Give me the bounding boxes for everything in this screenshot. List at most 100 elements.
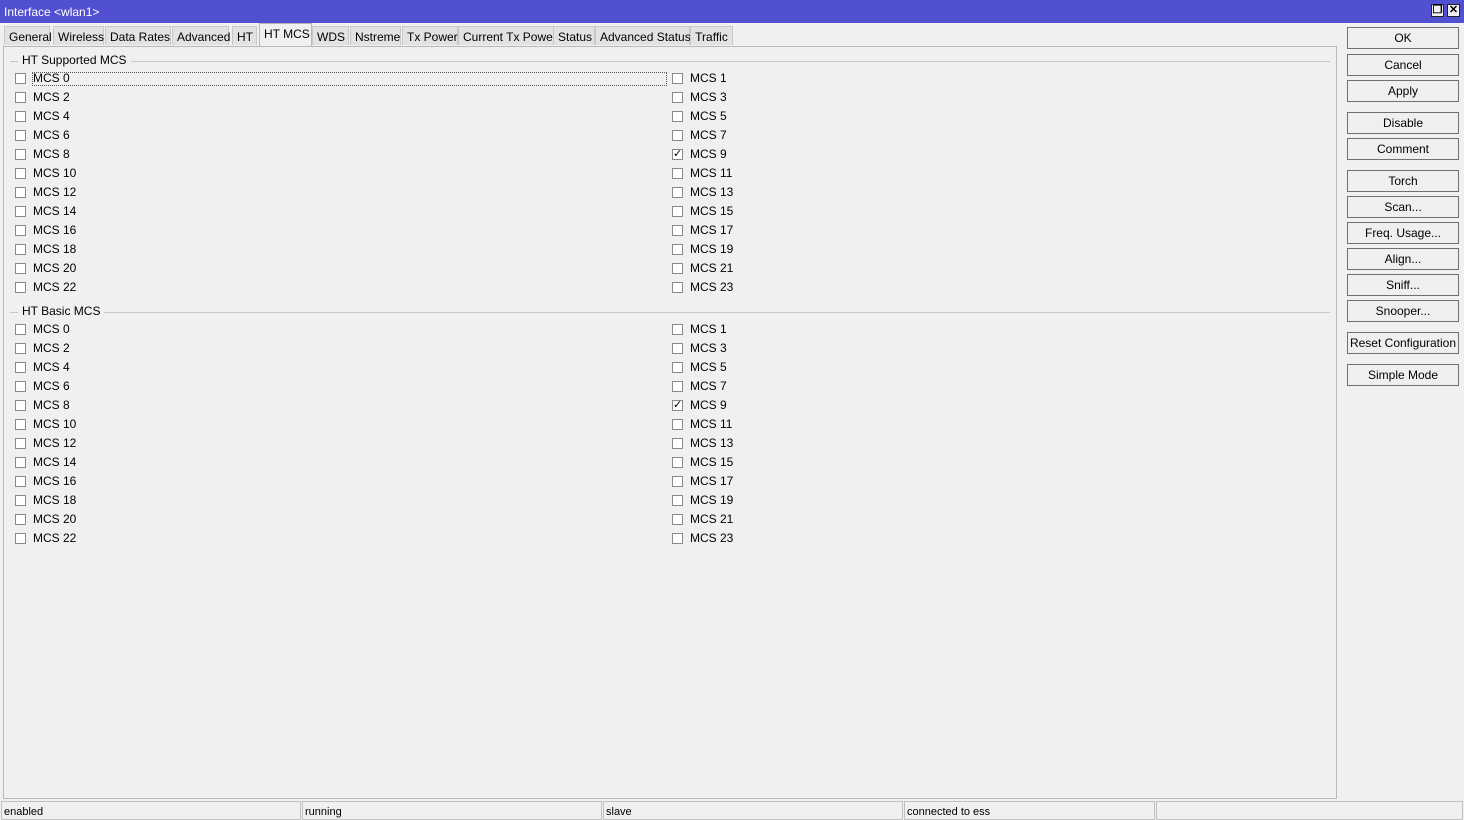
checkbox[interactable] <box>15 187 26 198</box>
checkbox[interactable] <box>15 419 26 430</box>
mcs-label: MCS 4 <box>33 360 70 374</box>
checkbox[interactable] <box>672 533 683 544</box>
mcs-label: MCS 20 <box>33 512 77 526</box>
group-divider <box>10 312 1330 313</box>
checkbox[interactable] <box>15 244 26 255</box>
mcs-label: MCS 4 <box>33 109 70 123</box>
snooper-button[interactable]: Snooper... <box>1347 300 1459 322</box>
status-running: running <box>302 801 602 820</box>
mcs-label: MCS 19 <box>690 493 734 507</box>
checkbox[interactable] <box>15 324 26 335</box>
mcs-label: MCS 13 <box>690 436 734 450</box>
torch-button[interactable]: Torch <box>1347 170 1459 192</box>
tab-traffic[interactable]: Traffic <box>690 26 733 45</box>
checkbox[interactable] <box>672 343 683 354</box>
mcs-label: MCS 23 <box>690 531 734 545</box>
scan-button[interactable]: Scan... <box>1347 196 1459 218</box>
checkbox[interactable] <box>672 324 683 335</box>
apply-button[interactable]: Apply <box>1347 80 1459 102</box>
tab-ht-mcs[interactable]: HT MCS <box>259 23 312 46</box>
checkbox[interactable] <box>15 476 26 487</box>
comment-button[interactable]: Comment <box>1347 138 1459 160</box>
mcs-label: MCS 7 <box>690 379 727 393</box>
tab-nstreme[interactable]: Nstreme <box>350 26 401 45</box>
freq-usage-button[interactable]: Freq. Usage... <box>1347 222 1459 244</box>
mcs-label: MCS 9 <box>690 398 727 412</box>
mcs-label: MCS 6 <box>33 128 70 142</box>
checkbox[interactable] <box>672 514 683 525</box>
checkbox[interactable] <box>672 362 683 373</box>
tab-wds[interactable]: WDS <box>312 26 349 45</box>
mcs-label: MCS 23 <box>690 280 734 294</box>
checkbox[interactable] <box>15 92 26 103</box>
restore-icon[interactable]: ❐ <box>1431 4 1444 17</box>
mcs-label: MCS 21 <box>690 261 734 275</box>
sniff-button[interactable]: Sniff... <box>1347 274 1459 296</box>
mcs-label: MCS 16 <box>33 223 77 237</box>
cancel-button[interactable]: Cancel <box>1347 54 1459 76</box>
checkbox[interactable] <box>15 263 26 274</box>
checkbox[interactable] <box>15 149 26 160</box>
checkbox[interactable] <box>15 514 26 525</box>
checkbox[interactable] <box>15 495 26 506</box>
disable-button[interactable]: Disable <box>1347 112 1459 134</box>
ok-button[interactable]: OK <box>1347 27 1459 49</box>
mcs-label: MCS 18 <box>33 493 77 507</box>
checkbox[interactable] <box>672 244 683 255</box>
checkbox[interactable] <box>672 457 683 468</box>
tab-wireless[interactable]: Wireless <box>53 26 104 45</box>
simple-mode-button[interactable]: Simple Mode <box>1347 364 1459 386</box>
checkbox[interactable] <box>672 168 683 179</box>
checked-checkbox[interactable]: ✓ <box>672 400 683 411</box>
checkbox[interactable] <box>672 130 683 141</box>
checkbox[interactable] <box>15 343 26 354</box>
checkbox[interactable] <box>672 495 683 506</box>
tab-current-tx-power[interactable]: Current Tx Power <box>458 26 557 45</box>
checkbox[interactable] <box>15 362 26 373</box>
group-divider <box>10 61 1330 62</box>
tab-data-rates[interactable]: Data Rates <box>105 26 171 45</box>
title-bar: Interface <wlan1> ❐ ✕ <box>0 0 1464 23</box>
tab-advanced-status[interactable]: Advanced Status <box>595 26 691 45</box>
tab-tx-power[interactable]: Tx Power <box>402 26 458 45</box>
close-icon[interactable]: ✕ <box>1447 4 1460 17</box>
checkbox[interactable] <box>672 476 683 487</box>
checkbox[interactable] <box>15 111 26 122</box>
checkbox[interactable] <box>672 381 683 392</box>
checkbox[interactable] <box>672 92 683 103</box>
checkbox[interactable] <box>15 206 26 217</box>
checkbox[interactable] <box>672 419 683 430</box>
checkbox[interactable] <box>15 533 26 544</box>
checkbox[interactable] <box>15 457 26 468</box>
checkbox[interactable] <box>672 111 683 122</box>
checkbox[interactable] <box>15 282 26 293</box>
reset-configuration-button[interactable]: Reset Configuration <box>1347 332 1459 354</box>
checkbox[interactable] <box>672 263 683 274</box>
checkbox[interactable] <box>672 225 683 236</box>
checkbox[interactable] <box>15 225 26 236</box>
mcs-label: MCS 3 <box>690 341 727 355</box>
mcs-label: MCS 1 <box>690 71 727 85</box>
checkbox[interactable] <box>672 73 683 84</box>
mcs-label: MCS 15 <box>690 204 734 218</box>
checkbox[interactable] <box>672 206 683 217</box>
checked-checkbox[interactable]: ✓ <box>672 149 683 160</box>
checkbox[interactable] <box>672 187 683 198</box>
checkbox[interactable] <box>672 282 683 293</box>
tab-advanced[interactable]: Advanced <box>172 26 230 45</box>
tab-status[interactable]: Status <box>553 26 595 45</box>
tab-general[interactable]: General <box>4 26 52 45</box>
mcs-label: MCS 12 <box>33 436 77 450</box>
tab-ht[interactable]: HT <box>232 26 257 45</box>
checkbox[interactable] <box>15 400 26 411</box>
checkbox[interactable] <box>672 438 683 449</box>
checkbox[interactable] <box>15 168 26 179</box>
checkbox[interactable] <box>15 73 26 84</box>
align-button[interactable]: Align... <box>1347 248 1459 270</box>
status-bar: enabled running slave connected to ess <box>0 800 1464 820</box>
checkbox[interactable] <box>15 130 26 141</box>
checkbox[interactable] <box>15 381 26 392</box>
mcs-label: MCS 9 <box>690 147 727 161</box>
checkbox[interactable] <box>15 438 26 449</box>
group-title-supported: HT Supported MCS <box>18 53 131 67</box>
